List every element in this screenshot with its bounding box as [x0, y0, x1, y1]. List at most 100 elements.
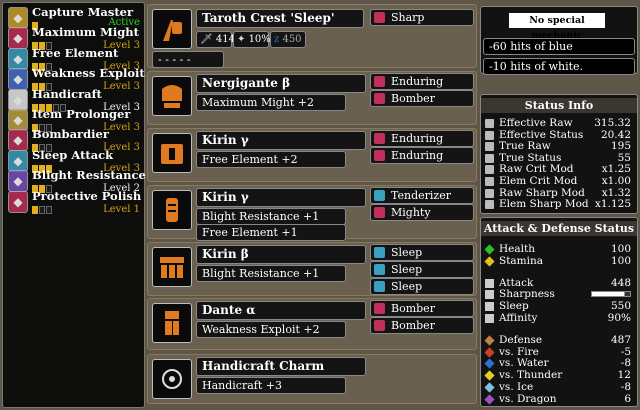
skill-name: Weakness Exploit — [32, 66, 145, 81]
deco-slot[interactable]: Sleep — [370, 261, 474, 278]
armor-name: Kirin γ — [196, 131, 366, 150]
deco-gem-icon — [374, 320, 385, 331]
skill-name: Protective Polish — [32, 188, 142, 203]
legs-icon — [152, 303, 192, 343]
skill-level-bar — [32, 205, 52, 214]
status-info-title: Status Info — [481, 98, 637, 113]
deco-gem-icon — [374, 247, 385, 258]
stat-icon — [485, 165, 494, 175]
stat-icon — [484, 394, 495, 405]
sharpness-bar — [591, 291, 631, 298]
skill-name: Maximum Might — [32, 25, 139, 40]
level-pip — [39, 205, 45, 214]
deco-slot[interactable]: Mighty — [370, 204, 474, 221]
mechanic-note: -10 hits of white. — [483, 58, 635, 75]
deco-slot[interactable]: Bomber — [370, 300, 474, 317]
deco-slot[interactable]: Sleep — [370, 278, 474, 295]
weapon-name: Taroth Crest 'Sleep' — [196, 9, 364, 28]
skill-row[interactable]: ◆ Protective Polish Level 1 — [5, 188, 144, 220]
deco-gem-icon — [374, 264, 385, 275]
stat-icon — [484, 335, 495, 346]
deco-slot[interactable]: Enduring — [370, 130, 474, 147]
stat-icon — [484, 358, 495, 369]
weapon-icon — [152, 9, 192, 49]
deco-name: Enduring — [391, 132, 444, 145]
deco-slot[interactable]: Enduring — [370, 147, 474, 164]
armor-skill: Blight Resistance +1 — [196, 265, 346, 282]
weapon-card[interactable]: Taroth Crest 'Sleep' Sharp 🗡 414 ✦ 10% z 450… — [147, 4, 477, 68]
skill-name: Sleep Attack — [32, 147, 114, 162]
armor-card[interactable]: Dante α Weakness Exploit +2 Bomber Bomber — [147, 298, 477, 350]
stat-icon — [484, 382, 495, 393]
deco-name: Sharp — [391, 11, 425, 24]
stat-row: Affinity 90% — [485, 312, 633, 324]
stat-row: Raw Crit Mod x1.25 — [485, 163, 633, 175]
deco-name: Tenderizer — [391, 189, 451, 202]
weapon-affinity: ✦ 10% — [233, 31, 271, 48]
mechanic-title: No special mechanic — [509, 13, 605, 41]
stat-row: Sharpness — [485, 288, 633, 300]
armor-card[interactable]: Handicraft Charm Handicraft +3 — [147, 354, 477, 404]
armor-name: Kirin β — [196, 245, 366, 264]
skill-list-panel: ◆ Capture Master Active ◆ Maximum Might Level… — [2, 2, 146, 408]
sword-icon: 🗡 — [200, 34, 216, 45]
stat-icon — [484, 256, 495, 267]
weapon-slot-empty[interactable]: - - - - - — [152, 51, 224, 68]
polish-icon: ◆ — [8, 190, 28, 213]
armor-card[interactable]: Kirin γ Free Element +2 Enduring Enduring — [147, 128, 477, 182]
deco-gem-icon — [374, 93, 385, 104]
armor-name: Handicraft Charm — [196, 357, 366, 376]
deco-name: Sleep — [391, 280, 423, 293]
skill-name: Bombardier — [32, 127, 109, 142]
deco-slot[interactable]: Tenderizer — [370, 187, 474, 204]
deco-gem-icon — [374, 12, 385, 23]
armor-card[interactable]: Kirin γ Blight Resistance +1 Free Element … — [147, 185, 477, 241]
armor-skill: Free Element +2 — [196, 151, 346, 168]
level-pip — [46, 205, 52, 214]
stat-row: vs. Water -8 — [484, 357, 633, 369]
stat-row: Effective Raw 315.32 — [485, 117, 633, 129]
deco-name: Bomber — [391, 302, 435, 315]
deco-gem-icon — [374, 76, 385, 87]
deco-slot[interactable]: Sleep — [370, 244, 474, 261]
deco-gem-icon — [374, 281, 385, 292]
armor-skill: Maximum Might +2 — [196, 94, 346, 111]
stats-panel: No special mechanic -60 hits of blue -10 h… — [480, 2, 638, 408]
deco-slot[interactable]: Enduring — [370, 73, 474, 90]
armor-skill: Weakness Exploit +2 — [196, 321, 346, 338]
affinity-icon: ✦ — [237, 34, 249, 45]
stat-row: True Status 55 — [485, 152, 633, 164]
armor-card[interactable]: Kirin β Blight Resistance +1 Sleep Sleep Sle… — [147, 242, 477, 296]
weapon-deco-slot[interactable]: Sharp — [370, 9, 474, 26]
armor-skill: Handicraft +3 — [196, 377, 346, 394]
deco-gem-icon — [374, 133, 385, 144]
deco-name: Enduring — [391, 149, 444, 162]
equipment-panel: Taroth Crest 'Sleep' Sharp 🗡 414 ✦ 10% z 450… — [147, 2, 477, 408]
attack-defense-title: Attack & Defense Status — [481, 221, 637, 236]
stat-row: Defense 487 — [484, 334, 633, 346]
armor-name: Dante α — [196, 301, 366, 320]
skill-name: Blight Resistance — [32, 168, 146, 183]
deco-slot[interactable]: Bomber — [370, 90, 474, 107]
stat-row: Raw Sharp Mod x1.32 — [485, 187, 633, 199]
stat-icon — [485, 119, 494, 128]
stat-icon — [485, 302, 494, 312]
stat-row: vs. Ice -8 — [484, 381, 633, 393]
armor-name: Kirin γ — [196, 188, 366, 207]
stat-row: Elem Crit Mod x1.00 — [485, 175, 633, 187]
deco-name: Bomber — [391, 92, 435, 105]
weapon-attack: 🗡 414 — [196, 31, 235, 48]
weapon-element: z 450 — [270, 31, 306, 48]
skill-name: Free Element — [32, 45, 119, 60]
stat-row: Effective Status 20.42 — [485, 129, 633, 141]
deco-slot[interactable]: Bomber — [370, 317, 474, 334]
deco-gem-icon — [374, 150, 385, 161]
stat-row: Attack 448 — [485, 277, 633, 289]
stat-icon — [485, 177, 494, 186]
stat-row: Stamina 100 — [484, 255, 633, 267]
stat-icon — [485, 130, 494, 140]
stat-icon — [485, 200, 494, 210]
armor-card[interactable]: Nergigante β Maximum Might +2 Enduring Bomb… — [147, 71, 477, 125]
level-pip — [32, 205, 38, 214]
deco-name: Sleep — [391, 263, 423, 276]
